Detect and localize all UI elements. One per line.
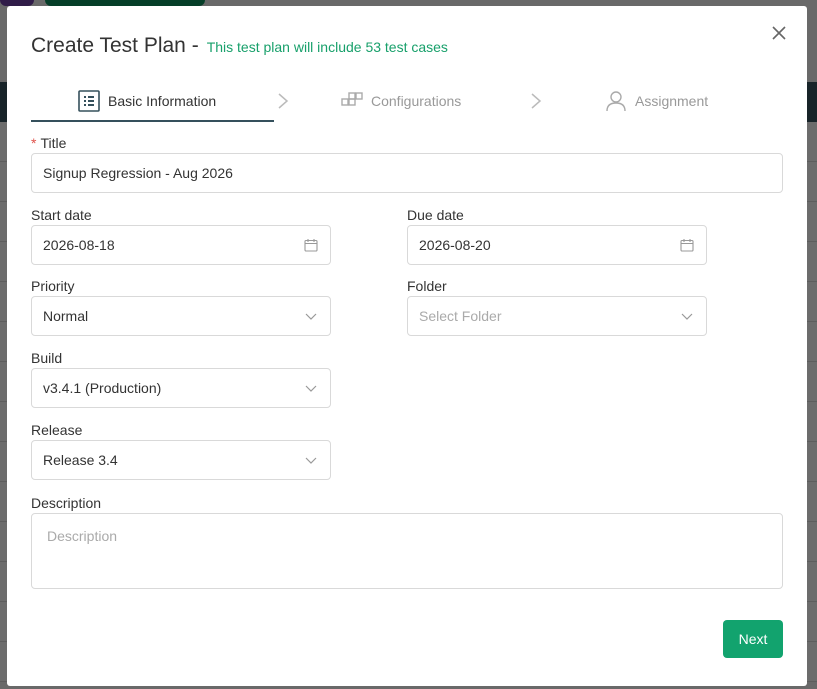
start-date-value: 2026-08-18	[43, 237, 115, 253]
chevron-down-icon	[681, 313, 693, 320]
due-date-picker[interactable]: 2026-08-20	[407, 225, 707, 265]
build-select[interactable]: v3.4.1 (Production)	[31, 368, 331, 408]
description-textarea[interactable]: Description	[31, 513, 783, 589]
required-marker: *	[31, 135, 37, 151]
active-step-underline	[31, 120, 274, 122]
priority-value: Normal	[43, 308, 89, 324]
step-label: Assignment	[635, 93, 709, 109]
chevron-down-icon	[305, 385, 317, 392]
start-date-label: Start date	[31, 207, 92, 223]
chevron-down-icon	[305, 457, 317, 464]
title-value: Signup Regression - Aug 2026	[43, 165, 233, 181]
folder-label: Folder	[407, 278, 447, 294]
step-assignment[interactable]: Assignment	[605, 80, 708, 122]
release-select[interactable]: Release 3.4	[31, 440, 331, 480]
configurations-icon	[341, 90, 363, 112]
folder-select[interactable]: Select Folder	[407, 296, 707, 336]
due-date-label: Due date	[407, 207, 464, 223]
chevron-right-icon	[278, 93, 289, 109]
chevron-down-icon	[305, 313, 317, 320]
step-configurations[interactable]: Configurations	[341, 80, 461, 122]
build-value: v3.4.1 (Production)	[43, 380, 162, 396]
calendar-icon	[304, 239, 318, 252]
description-label: Description	[31, 495, 102, 511]
release-value: Release 3.4	[43, 452, 118, 468]
chevron-right-icon	[531, 93, 542, 109]
dialog-subtitle: This test plan will include 53 test case…	[206, 39, 448, 55]
dialog-header: Create Test Plan - This test plan will i…	[31, 34, 448, 58]
close-icon[interactable]	[770, 24, 788, 42]
start-date-picker[interactable]: 2026-08-18	[31, 225, 331, 265]
list-icon	[78, 90, 100, 112]
priority-select[interactable]: Normal	[31, 296, 331, 336]
user-icon	[605, 90, 627, 112]
step-basic-information[interactable]: Basic Information	[78, 80, 216, 122]
step-label: Configurations	[371, 93, 462, 109]
create-test-plan-dialog: Create Test Plan - This test plan will i…	[7, 6, 807, 686]
step-label: Basic Information	[108, 93, 217, 109]
wizard-steps: Basic Information Configurations Assignm…	[31, 80, 783, 122]
next-button[interactable]: Next	[723, 620, 783, 658]
calendar-icon	[680, 239, 694, 252]
due-date-value: 2026-08-20	[419, 237, 491, 253]
folder-placeholder: Select Folder	[419, 308, 502, 324]
dialog-title: Create Test Plan -	[31, 34, 199, 57]
title-label: * Title	[31, 135, 67, 151]
release-label: Release	[31, 422, 83, 438]
title-input[interactable]: Signup Regression - Aug 2026	[31, 153, 783, 193]
build-label: Build	[31, 350, 63, 366]
priority-label: Priority	[31, 278, 75, 294]
